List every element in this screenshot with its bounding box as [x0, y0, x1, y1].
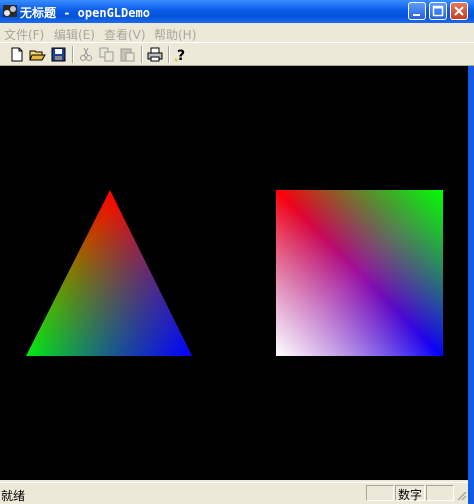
- status-text: 就绪: [1, 489, 26, 503]
- save-disk-icon[interactable]: [50, 46, 68, 63]
- toolbar-separator: [168, 46, 170, 63]
- status-pane-scroll: [426, 485, 454, 501]
- menu-edit[interactable]: 编辑(E): [54, 26, 95, 43]
- maximize-button[interactable]: [429, 2, 447, 20]
- status-pane-num: 数字: [395, 485, 425, 502]
- opengl-viewport[interactable]: [0, 66, 468, 480]
- open-folder-icon[interactable]: [29, 46, 47, 63]
- status-bar: 就绪 数字: [0, 482, 468, 504]
- app-icon[interactable]: [2, 3, 18, 19]
- new-file-icon[interactable]: [8, 46, 26, 63]
- menu-bar: 文件(F) 编辑(E) 查看(V) 帮助(H): [0, 23, 474, 42]
- gradient-triangle-blue-overlay: [26, 190, 192, 356]
- toolbar-separator: [72, 46, 74, 63]
- svg-text:?: ?: [177, 48, 185, 63]
- paste-icon[interactable]: [119, 46, 137, 63]
- copy-icon[interactable]: [98, 46, 116, 63]
- menu-file[interactable]: 文件(F): [4, 26, 44, 43]
- num-lock-indicator: 数字: [398, 488, 423, 502]
- toolbar-separator: [141, 46, 143, 63]
- app-window: 无标题 - openGLDemo 文件(F) 编辑(E) 查看(V) 帮助(H): [0, 0, 474, 504]
- status-pane-empty: [366, 485, 394, 501]
- cut-icon[interactable]: [77, 46, 95, 63]
- scene-svg: [26, 190, 443, 356]
- toolbar: ?: [0, 42, 474, 66]
- resize-grip-icon[interactable]: [455, 489, 467, 501]
- print-icon[interactable]: [146, 46, 164, 63]
- window-border-right: [468, 66, 474, 504]
- title-bar[interactable]: 无标题 - openGLDemo: [0, 0, 474, 23]
- close-button[interactable]: [450, 2, 468, 20]
- menu-help[interactable]: 帮助(H): [154, 26, 196, 43]
- help-icon[interactable]: ?: [172, 46, 190, 64]
- gradient-square-overlay: [276, 190, 443, 356]
- minimize-button[interactable]: [408, 2, 426, 20]
- window-title: 无标题 - openGLDemo: [20, 6, 150, 20]
- menu-view[interactable]: 查看(V): [104, 26, 146, 43]
